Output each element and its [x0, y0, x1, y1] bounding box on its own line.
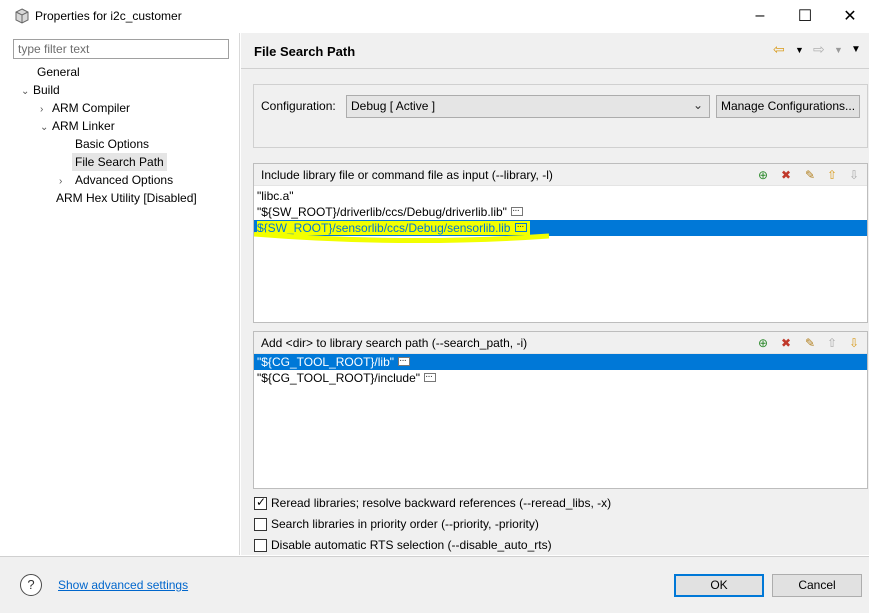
list-item-text: "${CG_TOOL_ROOT}/lib"	[257, 355, 395, 369]
maximize-button[interactable]: ☐	[785, 4, 825, 28]
list-item[interactable]: "${SW_ROOT}/driverlib/ccs/Debug/driverli…	[254, 203, 867, 220]
configuration-value: Debug [ Active ]	[351, 99, 436, 113]
tree-item-label: Build	[33, 83, 60, 97]
move-up-icon[interactable]: ⇧	[824, 335, 840, 351]
reread-libraries-option[interactable]: Reread libraries; resolve backward refer…	[254, 495, 611, 511]
help-icon[interactable]: ?	[20, 574, 42, 596]
priority-order-option[interactable]: Search libraries in priority order (--pr…	[254, 516, 539, 532]
chevron-down-icon[interactable]: ▼	[834, 45, 843, 55]
chevron-down-icon[interactable]: ▼	[795, 45, 804, 55]
disable-auto-rts-checkbox[interactable]	[254, 538, 267, 552]
window-title: Properties for i2c_customer	[35, 9, 182, 23]
library-panel-title: Include library file or command file as …	[261, 168, 553, 182]
delete-icon[interactable]: ✖	[778, 167, 794, 183]
move-down-icon[interactable]: ⇩	[846, 167, 862, 183]
minimize-button[interactable]: –	[740, 4, 780, 28]
library-panel-header: Include library file or command file as …	[254, 164, 867, 186]
tree-item-advanced-options[interactable]: › Advanced Options	[59, 171, 173, 189]
tree-item-label: Basic Options	[75, 137, 150, 151]
configuration-label: Configuration:	[261, 99, 336, 113]
browse-icon[interactable]	[398, 353, 411, 369]
add-icon[interactable]: ⊕	[755, 335, 771, 351]
add-icon[interactable]: ⊕	[755, 167, 771, 183]
priority-order-checkbox[interactable]	[254, 517, 267, 531]
chevron-down-icon[interactable]: ⌄	[21, 83, 33, 101]
cube-icon	[15, 8, 29, 24]
library-panel: Include library file or command file as …	[253, 163, 868, 323]
ok-button[interactable]: OK	[674, 574, 764, 597]
list-item[interactable]: "libc.a"	[254, 188, 867, 204]
option-label: Disable automatic RTS selection (--disab…	[271, 538, 552, 552]
view-menu-icon[interactable]: ▼	[851, 44, 861, 55]
list-item-text: "${CG_TOOL_ROOT}/include"	[257, 371, 421, 385]
reread-libraries-checkbox[interactable]	[254, 495, 267, 510]
library-list: "libc.a" "${SW_ROOT}/driverlib/ccs/Debug…	[254, 186, 867, 244]
chevron-down-icon[interactable]: ⌄	[40, 119, 52, 137]
edit-icon[interactable]: ✎	[802, 335, 818, 351]
configuration-select[interactable]: Debug [ Active ] ⌄	[346, 95, 710, 118]
edit-icon[interactable]: ✎	[802, 167, 818, 183]
tree-item-arm-linker[interactable]: ⌄ ARM Linker	[40, 117, 115, 135]
tree-item-label: ARM Linker	[52, 119, 115, 133]
browse-icon[interactable]	[515, 219, 528, 235]
search-path-list: "${CG_TOOL_ROOT}/lib" "${CG_TOOL_ROOT}/i…	[254, 353, 867, 386]
forward-arrow-icon[interactable]: ⇨	[813, 41, 825, 58]
tree-item-arm-compiler[interactable]: › ARM Compiler	[40, 99, 130, 117]
tree-item-basic-options[interactable]: Basic Options	[75, 135, 149, 153]
list-item[interactable]: "${CG_TOOL_ROOT}/include"	[254, 369, 867, 386]
manage-configurations-button[interactable]: Manage Configurations...	[716, 95, 860, 118]
list-item-selected[interactable]: "${CG_TOOL_ROOT}/lib"	[254, 353, 867, 370]
list-item-text: "libc.a"	[257, 189, 294, 203]
tree-item-label: General	[37, 65, 80, 79]
highlight-underline	[254, 232, 550, 244]
browse-icon[interactable]	[424, 369, 437, 385]
search-path-panel-title: Add <dir> to library search path (--sear…	[261, 336, 528, 350]
tree-item-label: ARM Compiler	[52, 101, 131, 115]
close-button[interactable]: ✕	[830, 4, 869, 28]
move-up-icon[interactable]: ⇧	[824, 167, 840, 183]
tree-item-build[interactable]: ⌄ Build	[21, 81, 60, 99]
disable-auto-rts-option[interactable]: Disable automatic RTS selection (--disab…	[254, 537, 552, 553]
chevron-down-icon: ⌄	[692, 98, 703, 112]
tree-item-label: Advanced Options	[75, 173, 174, 187]
page-title: File Search Path	[254, 44, 356, 59]
option-label: Reread libraries; resolve backward refer…	[271, 496, 612, 510]
tree-item-general[interactable]: General	[37, 63, 80, 81]
tree-item-label: File Search Path	[75, 155, 164, 169]
back-arrow-icon[interactable]: ⇦	[773, 41, 785, 58]
tree-item-arm-hex-utility[interactable]: ARM Hex Utility [Disabled]	[56, 189, 197, 207]
show-advanced-settings-link[interactable]: Show advanced settings	[58, 578, 188, 592]
tree-item-file-search-path[interactable]: File Search Path	[72, 153, 167, 171]
search-path-panel: Add <dir> to library search path (--sear…	[253, 331, 868, 489]
list-item-text: "${SW_ROOT}/driverlib/ccs/Debug/driverli…	[257, 205, 507, 219]
search-path-panel-header: Add <dir> to library search path (--sear…	[254, 332, 867, 354]
delete-icon[interactable]: ✖	[778, 335, 794, 351]
move-down-icon[interactable]: ⇩	[846, 335, 862, 351]
browse-icon[interactable]	[510, 203, 523, 219]
cancel-button[interactable]: Cancel	[772, 574, 862, 597]
filter-input[interactable]	[13, 39, 229, 59]
option-label: Search libraries in priority order (--pr…	[271, 517, 539, 531]
list-item-selected[interactable]: ${SW_ROOT}/sensorlib/ccs/Debug/sensorlib…	[254, 219, 867, 244]
tree-item-label: ARM Hex Utility [Disabled]	[56, 191, 197, 205]
